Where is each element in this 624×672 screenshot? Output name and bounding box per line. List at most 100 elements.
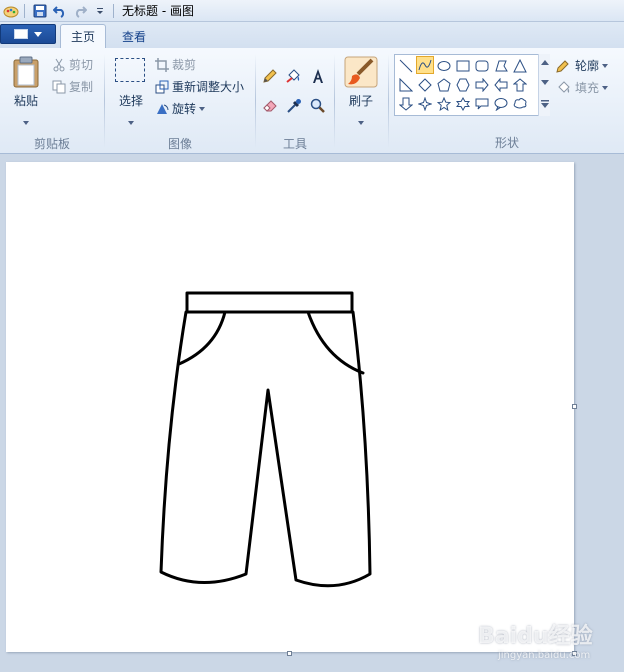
- right-triangle-shape-icon[interactable]: [397, 76, 415, 94]
- tab-home[interactable]: 主页: [60, 24, 107, 48]
- tab-view[interactable]: 查看: [112, 24, 156, 48]
- paint-app-icon[interactable]: [2, 2, 20, 20]
- fill-label: 填充: [575, 81, 600, 95]
- canvas-resize-handle-bottom[interactable]: [287, 651, 292, 656]
- polygon-shape-icon[interactable]: [492, 57, 510, 75]
- chevron-down-icon: [602, 85, 609, 90]
- gallery-expand-icon[interactable]: [541, 100, 549, 109]
- copy-label: 复制: [69, 80, 94, 94]
- fill-button[interactable]: 填充: [556, 79, 609, 96]
- line-shape-icon[interactable]: [397, 57, 415, 75]
- color-picker-icon[interactable]: [284, 96, 304, 116]
- resize-button[interactable]: 重新调整大小: [155, 78, 244, 95]
- paste-button[interactable]: 粘贴: [8, 54, 44, 126]
- fill-bucket-icon: [558, 80, 570, 93]
- window-title: 无标题 - 画图: [122, 4, 194, 18]
- outline-label: 轮廓: [575, 59, 600, 73]
- arrow-down-shape-icon[interactable]: [397, 95, 415, 113]
- rotate-label: 旋转: [172, 102, 197, 116]
- chevron-down-icon: [34, 31, 42, 37]
- scroll-up-icon[interactable]: [541, 59, 549, 65]
- five-point-star-shape-icon[interactable]: [435, 95, 453, 113]
- scroll-down-icon[interactable]: [541, 80, 549, 86]
- undo-icon[interactable]: [51, 2, 69, 20]
- selection-rect-icon: [115, 58, 145, 82]
- pentagon-shape-icon[interactable]: [435, 76, 453, 94]
- brushes-button[interactable]: 刷子: [342, 54, 380, 126]
- scissors-icon: [53, 58, 65, 71]
- rect-callout-shape-icon[interactable]: [473, 95, 491, 113]
- oval-callout-shape-icon[interactable]: [492, 95, 510, 113]
- cut-button[interactable]: 剪切: [52, 56, 93, 73]
- outline-button[interactable]: 轮廓: [556, 57, 609, 74]
- group-separator: [334, 54, 335, 148]
- watermark-url: jingyan.baidu.com: [498, 650, 591, 661]
- brushes-group: 刷子: [336, 48, 386, 154]
- diamond-shape-icon[interactable]: [416, 76, 434, 94]
- baidu-watermark: Baidu经验 jingyan.baidu.com: [478, 618, 618, 666]
- eraser-icon[interactable]: [260, 96, 280, 116]
- brushes-label: 刷子: [348, 94, 373, 108]
- image-group: 选择 裁剪 重新调整大小 旋转 图像: [105, 48, 255, 154]
- customize-qat-icon[interactable]: [91, 2, 109, 20]
- crop-button[interactable]: 裁剪: [155, 56, 196, 73]
- watermark-logo-text: Baidu经验: [478, 624, 593, 649]
- select-label: 选择: [118, 94, 143, 108]
- chevron-down-icon: [358, 121, 364, 125]
- qat-separator: [113, 3, 114, 18]
- resize-icon: [155, 80, 169, 93]
- fill-icon[interactable]: [284, 66, 304, 86]
- ribbon-tabs: 主页 查看: [0, 22, 624, 48]
- four-point-star-shape-icon[interactable]: [416, 95, 434, 113]
- image-group-label: 图像: [167, 137, 192, 151]
- redo-icon[interactable]: [71, 2, 89, 20]
- pants-drawing: [159, 291, 372, 588]
- copy-icon: [52, 80, 66, 93]
- title-bar: 无标题 - 画图: [0, 0, 624, 22]
- paste-label: 粘贴: [13, 94, 38, 108]
- rotate-icon: [157, 103, 169, 114]
- triangle-shape-icon[interactable]: [511, 57, 529, 75]
- arrow-up-shape-icon[interactable]: [511, 76, 529, 94]
- clipboard-group-label: 剪贴板: [33, 137, 70, 151]
- chevron-down-icon: [23, 121, 29, 125]
- resize-label: 重新调整大小: [172, 80, 245, 94]
- six-point-star-shape-icon[interactable]: [454, 95, 472, 113]
- shapes-group-label: 形状: [494, 136, 519, 150]
- curve-shape-icon[interactable]: [416, 56, 434, 74]
- paint-menu-button[interactable]: [0, 24, 56, 44]
- crop-icon: [155, 57, 169, 72]
- shapes-scrollbar[interactable]: [538, 54, 550, 116]
- arrow-left-shape-icon[interactable]: [492, 76, 510, 94]
- magnifier-icon[interactable]: [308, 96, 328, 116]
- text-icon[interactable]: [308, 66, 328, 86]
- chevron-down-icon: [602, 63, 609, 68]
- rotate-button[interactable]: 旋转: [155, 100, 206, 117]
- clipboard-icon: [13, 56, 39, 88]
- pencil-icon[interactable]: [260, 66, 280, 86]
- clipboard-group: 粘贴 剪切 复制 剪贴板: [0, 48, 104, 154]
- canvas-resize-handle-right[interactable]: [572, 404, 577, 409]
- save-icon[interactable]: [31, 2, 49, 20]
- tools-group: 工具: [256, 48, 334, 154]
- arrow-right-shape-icon[interactable]: [473, 76, 491, 94]
- qat-separator: [24, 3, 25, 18]
- shapes-gallery: [394, 54, 550, 116]
- select-button[interactable]: 选择: [111, 54, 151, 126]
- ribbon: 粘贴 剪切 复制 剪贴板 选择 裁剪 重新调整大小 旋转 图像 工具 刷子 轮廓…: [0, 48, 624, 154]
- oval-shape-icon[interactable]: [435, 57, 453, 75]
- chevron-down-icon: [199, 106, 206, 111]
- rectangle-shape-icon[interactable]: [454, 57, 472, 75]
- group-separator: [388, 54, 389, 148]
- cut-label: 剪切: [69, 58, 94, 72]
- tools-group-label: 工具: [282, 137, 307, 151]
- crop-label: 裁剪: [172, 58, 197, 72]
- rounded-rectangle-shape-icon[interactable]: [473, 57, 491, 75]
- document-icon: [14, 29, 28, 39]
- chevron-down-icon: [128, 121, 134, 125]
- copy-button[interactable]: 复制: [52, 78, 93, 95]
- drawing-canvas[interactable]: [6, 162, 574, 652]
- hexagon-shape-icon[interactable]: [454, 76, 472, 94]
- brush-icon: [344, 56, 378, 88]
- cloud-callout-shape-icon[interactable]: [511, 95, 529, 113]
